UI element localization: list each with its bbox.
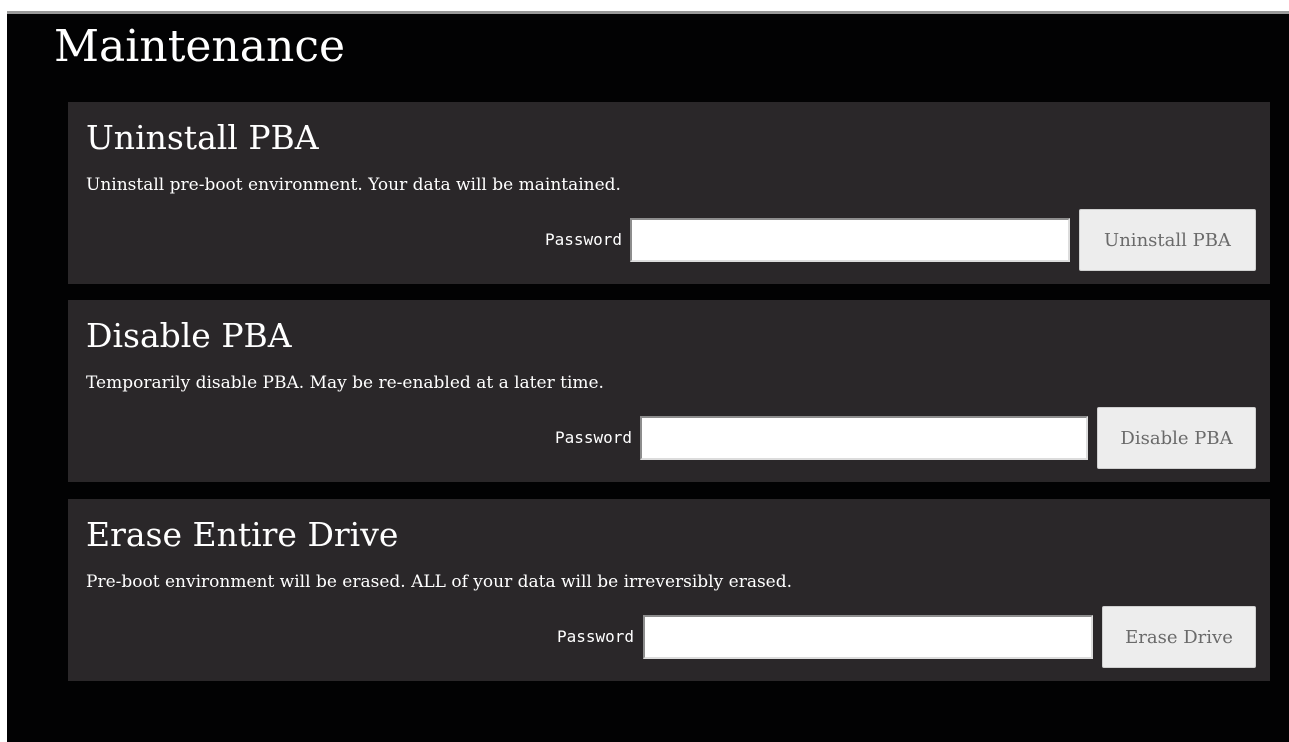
disable-pba-password-input[interactable]	[640, 416, 1088, 460]
disable-pba-password-label: Password	[554, 428, 632, 447]
erase-drive-title: Erase Entire Drive	[86, 515, 399, 554]
uninstall-pba-button[interactable]: Uninstall PBA	[1079, 209, 1256, 271]
erase-drive-description: Pre-boot environment will be erased. ALL…	[86, 572, 793, 592]
erase-drive-panel: Erase Entire Drive Pre-boot environment …	[68, 499, 1270, 681]
page-title: Maintenance	[54, 21, 346, 72]
disable-pba-button[interactable]: Disable PBA	[1097, 407, 1256, 469]
disable-pba-title: Disable PBA	[86, 316, 292, 355]
uninstall-pba-title: Uninstall PBA	[86, 118, 319, 157]
erase-drive-button[interactable]: Erase Drive	[1102, 606, 1256, 668]
uninstall-pba-password-input[interactable]	[630, 218, 1070, 262]
uninstall-pba-panel: Uninstall PBA Uninstall pre-boot environ…	[68, 102, 1270, 284]
disable-pba-panel: Disable PBA Temporarily disable PBA. May…	[68, 300, 1270, 482]
erase-drive-password-input[interactable]	[643, 615, 1093, 659]
uninstall-pba-description: Uninstall pre-boot environment. Your dat…	[86, 175, 621, 195]
erase-drive-password-label: Password	[556, 627, 634, 646]
uninstall-pba-password-label: Password	[544, 230, 622, 249]
maintenance-screen: Maintenance Uninstall PBA Uninstall pre-…	[7, 11, 1289, 742]
disable-pba-description: Temporarily disable PBA. May be re-enabl…	[86, 373, 604, 393]
